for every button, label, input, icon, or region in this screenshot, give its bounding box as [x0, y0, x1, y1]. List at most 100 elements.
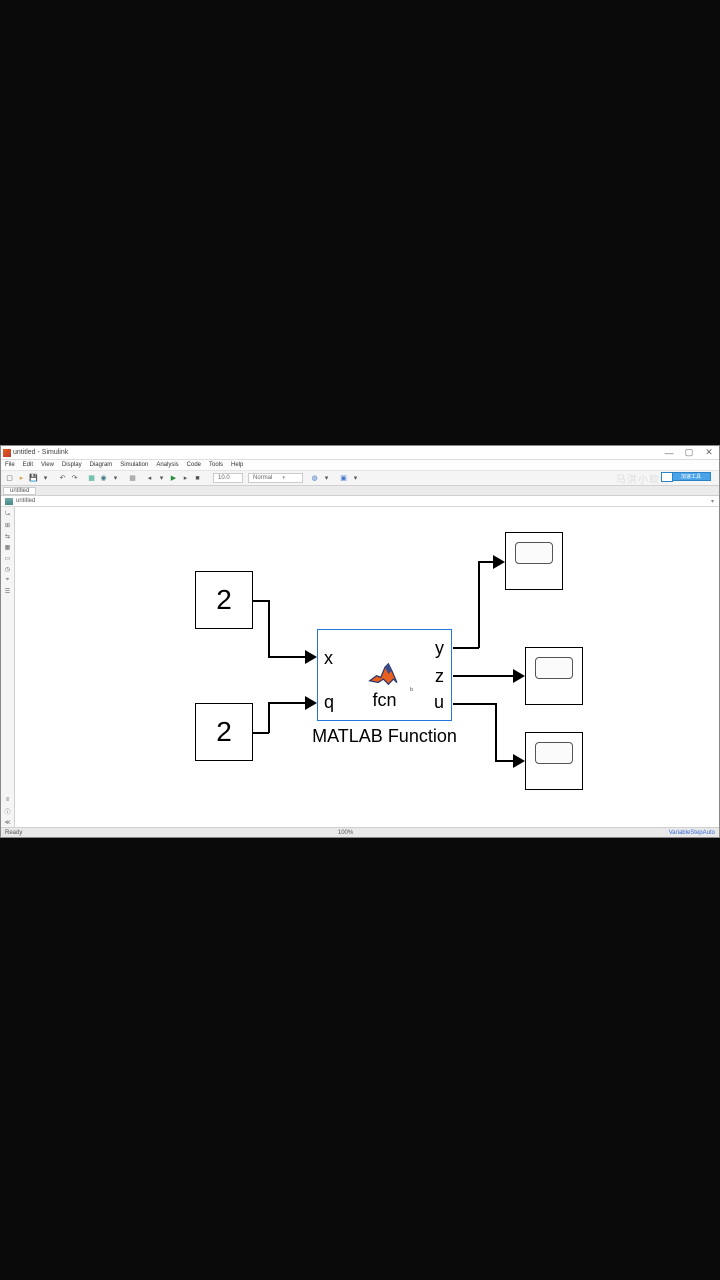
menu-code[interactable]: Code	[187, 462, 201, 468]
menu-diagram[interactable]: Diagram	[90, 462, 113, 468]
redo-button[interactable]: ↷	[69, 473, 80, 484]
fast-restart-drop[interactable]: ▾	[321, 473, 332, 484]
port-q-label: q	[324, 692, 334, 713]
maximize-button[interactable]: ▢	[683, 447, 695, 458]
statusbar: Ready 100% VariableStepAuto	[1, 827, 719, 837]
palette-tool[interactable]: ⇆	[3, 531, 13, 541]
scope-block-3[interactable]	[525, 732, 583, 790]
status-solver[interactable]: VariableStepAuto	[669, 830, 715, 836]
constant-1-value: 2	[216, 584, 232, 616]
stop-button[interactable]: ■	[192, 473, 203, 484]
scope-block-1[interactable]	[505, 532, 563, 590]
save-button[interactable]: 💾	[28, 473, 39, 484]
palette-tool[interactable]: ⓘ	[3, 806, 13, 816]
model-icon[interactable]	[5, 498, 13, 505]
status-zoom: 100%	[338, 830, 353, 836]
wire	[268, 702, 306, 704]
dropdown-icon[interactable]: ▾	[40, 473, 51, 484]
palette-tool[interactable]: ▦	[3, 542, 13, 552]
palette-tool[interactable]: ≡	[3, 795, 13, 805]
palette-tool[interactable]: ▭	[3, 553, 13, 563]
model-config-button[interactable]: ◉	[98, 473, 109, 484]
library-button[interactable]: ▦	[86, 473, 97, 484]
record-drop[interactable]: ▾	[350, 473, 361, 484]
undo-button[interactable]: ↶	[57, 473, 68, 484]
constant-block-1[interactable]: 2	[195, 571, 253, 629]
chevron-down-icon: ▾	[282, 475, 285, 481]
palette-tool[interactable]: ⊞	[3, 520, 13, 530]
fcn-name: fcn	[372, 690, 396, 711]
step-back-drop[interactable]: ▾	[156, 473, 167, 484]
breadcrumb: untitled ▾	[1, 496, 719, 507]
wire	[495, 760, 513, 762]
tab-untitled[interactable]: untitled	[3, 487, 36, 495]
menu-file[interactable]: File	[5, 462, 15, 468]
matlab-function-block[interactable]: x q y z u fcn ᵇ MATLAB Function	[317, 629, 452, 721]
menubar: File Edit View Display Diagram Simulatio…	[1, 460, 719, 471]
step-forward-button[interactable]: ▸	[180, 473, 191, 484]
scope-screen-icon	[535, 657, 573, 679]
accelerator-label: 加速工具	[681, 473, 701, 480]
new-button[interactable]: ▢	[4, 473, 15, 484]
port-z-label: z	[435, 666, 444, 687]
window-controls: — ▢ ✕	[663, 447, 715, 458]
menu-view[interactable]: View	[41, 462, 54, 468]
menu-analysis[interactable]: Analysis	[156, 462, 178, 468]
open-button[interactable]: ▸	[16, 473, 27, 484]
wire	[253, 600, 269, 602]
run-button[interactable]: ▶	[168, 473, 179, 484]
menu-edit[interactable]: Edit	[23, 462, 33, 468]
wire	[478, 561, 494, 563]
menu-display[interactable]: Display	[62, 462, 82, 468]
palette-tool[interactable]: ⤿	[3, 509, 13, 519]
minimize-button[interactable]: —	[663, 448, 675, 458]
stop-time-field[interactable]: 10.0	[213, 473, 243, 483]
record-button[interactable]: ▣	[338, 473, 349, 484]
titlebar: untitled - Simulink — ▢ ✕	[1, 446, 719, 460]
palette: ⤿ ⊞ ⇆ ▦ ▭ ◷ ⌖ ☰ ≡ ⓘ ≪	[1, 507, 15, 827]
step-back-button[interactable]: ◂	[144, 473, 155, 484]
palette-tool[interactable]: ⌖	[3, 575, 13, 585]
model-explorer-button[interactable]: ▾	[110, 473, 121, 484]
constant-2-value: 2	[216, 716, 232, 748]
constant-block-2[interactable]: 2	[195, 703, 253, 761]
status-left: Ready	[5, 830, 22, 836]
arrowhead-icon	[493, 555, 505, 569]
titlebar-left: untitled - Simulink	[3, 449, 68, 457]
content: ⤿ ⊞ ⇆ ▦ ▭ ◷ ⌖ ☰ ≡ ⓘ ≪ 2 2 x q y	[1, 507, 719, 827]
update-button[interactable]: ▦	[127, 473, 138, 484]
scope-block-2[interactable]	[525, 647, 583, 705]
menu-help[interactable]: Help	[231, 462, 243, 468]
wire	[453, 647, 479, 649]
sim-mode-value: Normal	[253, 475, 272, 481]
close-button[interactable]: ✕	[703, 447, 715, 458]
port-x-label: x	[324, 648, 333, 669]
arrowhead-icon	[513, 754, 525, 768]
palette-tool[interactable]: ☰	[3, 586, 13, 596]
chevron-down-icon[interactable]: ▾	[711, 498, 714, 505]
arrowhead-icon	[305, 696, 317, 710]
palette-tool[interactable]: ≪	[3, 817, 13, 827]
menu-simulation[interactable]: Simulation	[120, 462, 148, 468]
scope-screen-icon	[515, 542, 553, 564]
tab-label: untitled	[10, 488, 29, 494]
toolbar: ▢ ▸ 💾 ▾ ↶ ↷ ▦ ◉ ▾ ▦ ◂ ▾ ▶ ▸ ■ 10.0 Norma…	[1, 471, 719, 486]
accelerator-button[interactable]: 加速工具	[671, 472, 711, 481]
port-u-label: u	[434, 692, 444, 713]
scope-screen-icon	[535, 742, 573, 764]
menu-tools[interactable]: Tools	[209, 462, 223, 468]
sim-mode-dropdown[interactable]: Normal ▾	[248, 473, 303, 483]
window-title: untitled - Simulink	[13, 449, 68, 456]
breadcrumb-path[interactable]: untitled	[16, 498, 35, 504]
palette-tool[interactable]: ◷	[3, 564, 13, 574]
stop-time-value: 10.0	[218, 475, 230, 481]
fcn-caption: MATLAB Function	[312, 726, 457, 747]
wire	[495, 703, 497, 761]
port-y-label: y	[435, 638, 444, 659]
fast-restart-button[interactable]: ◍	[309, 473, 320, 484]
canvas[interactable]: 2 2 x q y z u fcn ᵇ MATLAB	[15, 507, 719, 827]
wire	[268, 600, 270, 657]
simulink-window: untitled - Simulink — ▢ ✕ File Edit View…	[0, 445, 720, 838]
matlab-logo-icon	[368, 660, 402, 693]
wire	[253, 732, 269, 734]
